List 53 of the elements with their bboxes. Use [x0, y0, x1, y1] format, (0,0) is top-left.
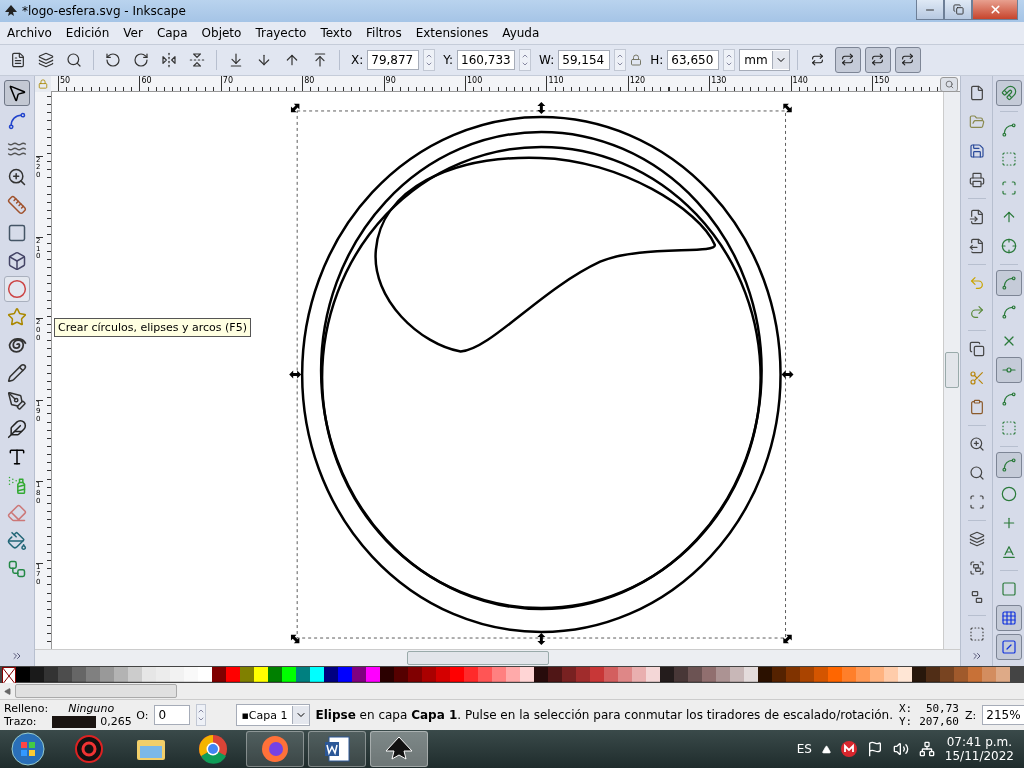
ruler-label: 90 [383, 75, 396, 91]
menu-item[interactable]: Ayuda [495, 25, 547, 40]
fill-value: Ninguno [67, 702, 116, 716]
field-label: Y: [443, 52, 454, 67]
menu-item[interactable]: Trayecto [248, 25, 314, 40]
ruler-label: 100 [465, 75, 483, 91]
window-title: *logo-esfera.svg - Inkscape [22, 3, 187, 18]
ruler-label: 50 [58, 75, 71, 91]
menu-item[interactable]: Objeto [194, 25, 249, 40]
cursor-x: 50,73 [924, 702, 959, 716]
coordinate-field[interactable]: 63,650 [667, 49, 720, 70]
menu-item[interactable]: Capa [149, 25, 195, 40]
clock-time: 07:41 p.m. [946, 735, 1013, 750]
zoom-label: Z: [965, 708, 977, 722]
ruler-label: 110 [546, 75, 564, 91]
cursor-y: 207,60 [918, 715, 959, 729]
field-label: W: [539, 52, 555, 67]
unit-select[interactable]: mm [739, 48, 790, 71]
opacity-label: O: [136, 708, 149, 722]
opacity-field[interactable]: 0 [154, 705, 191, 726]
status-message: Elipse en capa Capa 1. Pulse en la selección para conmutar los tiradores de escalado/rotación. [315, 708, 893, 723]
coordinate-label: Y: [899, 715, 913, 729]
ruler-label: 130 [709, 75, 727, 91]
menu-item[interactable]: Filtros [359, 25, 409, 40]
layer-name: ▪Capa 1 [241, 708, 288, 722]
fill-label: Relleno: [4, 702, 49, 716]
ruler-label: 150 [872, 75, 890, 91]
menu-item[interactable]: Edición [58, 25, 117, 40]
menu-item[interactable]: Ver [116, 25, 150, 40]
coordinate-field[interactable]: 59,154 [558, 49, 611, 70]
menu-item[interactable]: Extensiones [408, 25, 496, 40]
clock-date: 15/11/2022 [944, 749, 1014, 764]
stroke-label: Trazo: [4, 715, 38, 729]
coordinate-field[interactable]: 79,877 [367, 49, 420, 70]
coordinate-label: X: [899, 702, 913, 716]
menu-item[interactable]: Texto [313, 25, 359, 40]
unit-value: mm [744, 52, 768, 67]
stroke-width: 0,265 [100, 715, 131, 729]
ruler-label: 60 [139, 75, 152, 91]
layer-select[interactable]: ▪Capa 1 [236, 704, 310, 727]
drawing-canvas[interactable]: Crear círculos, elipses y arcos (F5) [52, 91, 943, 649]
ruler-label: 70 [220, 75, 233, 91]
field-label: X: [351, 52, 364, 67]
ruler-label: 120 [627, 75, 646, 91]
menu-item[interactable]: Archivo [0, 25, 59, 40]
language-indicator[interactable]: ES [796, 742, 812, 757]
tooltip: Crear círculos, elipses y arcos (F5) [54, 317, 251, 337]
coordinate-field[interactable]: 160,733 [457, 49, 516, 70]
ruler-label: 140 [790, 75, 808, 91]
ruler-label: 80 [302, 75, 315, 91]
clock[interactable]: 07:41 p.m. 15/11/2022 [944, 735, 1014, 764]
zoom-field[interactable]: 215% [982, 705, 1024, 726]
field-label: H: [650, 52, 664, 67]
